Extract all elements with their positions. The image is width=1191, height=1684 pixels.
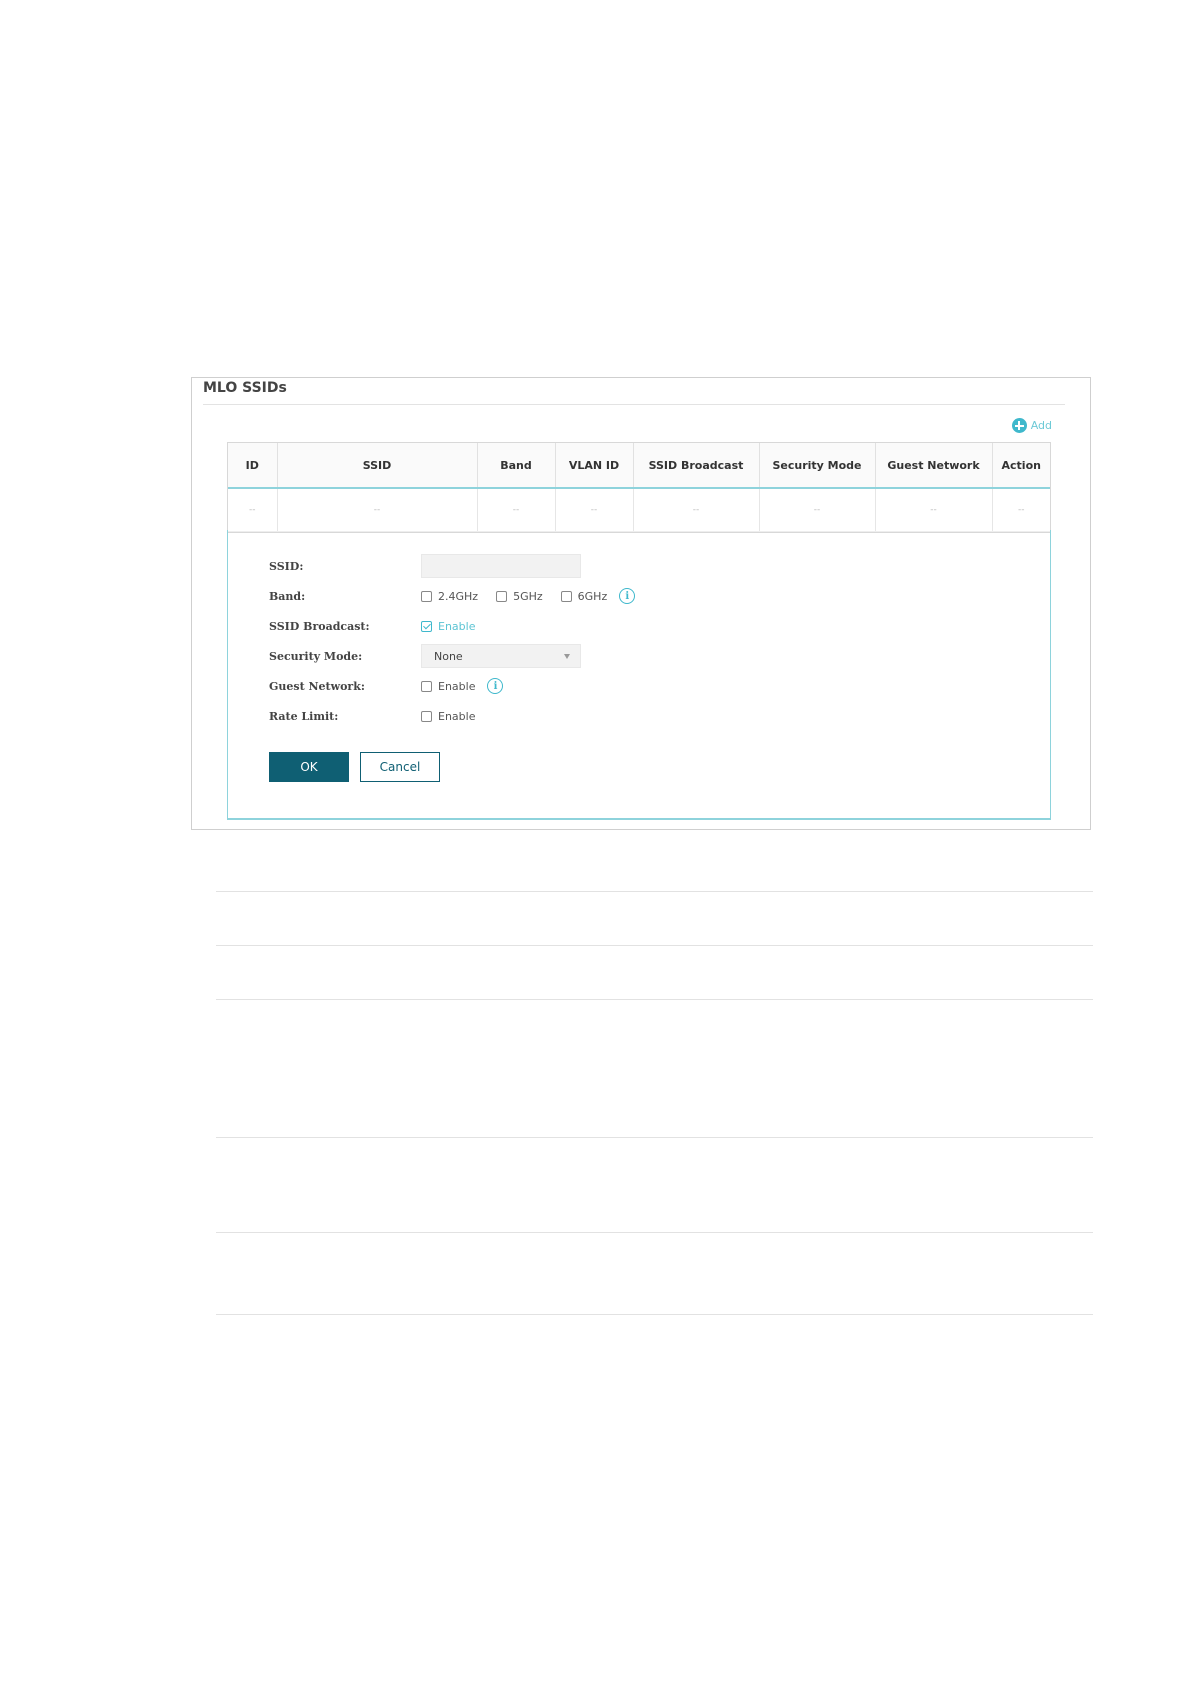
band-5ghz-label: 5GHz bbox=[513, 589, 543, 603]
table-header-row: ID SSID Band VLAN ID SSID Broadcast Secu… bbox=[228, 443, 1050, 489]
band-6ghz-label: 6GHz bbox=[577, 589, 608, 603]
ssid-edit-form: SSID: Band: 2.4GHz 5GHz 6GHz i SSID Broa… bbox=[227, 530, 1051, 820]
divider bbox=[216, 891, 1093, 892]
band-option-5ghz[interactable]: 5GHz bbox=[496, 590, 543, 603]
security-mode-label: Security Mode: bbox=[269, 649, 363, 663]
column-header-action: Action bbox=[992, 443, 1050, 489]
security-mode-row: Security Mode: None bbox=[269, 643, 581, 669]
plus-circle-icon bbox=[1011, 418, 1027, 433]
ok-button[interactable]: OK bbox=[269, 752, 349, 782]
table-cell: -- bbox=[633, 488, 760, 532]
divider bbox=[216, 999, 1093, 1000]
ssid-broadcast-checkbox[interactable] bbox=[421, 620, 432, 632]
rate-limit-label: Rate Limit: bbox=[269, 709, 339, 723]
rate-limit-option[interactable]: Enable bbox=[421, 710, 475, 723]
table-cell: -- bbox=[992, 488, 1050, 532]
column-header-guest-network: Guest Network bbox=[875, 443, 993, 489]
divider bbox=[216, 1232, 1093, 1233]
column-header-vlan-id: VLAN ID bbox=[555, 443, 634, 489]
add-button[interactable]: Add bbox=[1011, 418, 1052, 433]
band-6ghz-checkbox[interactable] bbox=[560, 590, 572, 602]
cancel-button[interactable]: Cancel bbox=[360, 752, 440, 782]
table-row: -- -- -- -- -- -- -- -- bbox=[228, 488, 1050, 532]
column-header-security-mode: Security Mode bbox=[759, 443, 876, 489]
table-cell: -- bbox=[277, 488, 478, 532]
guest-network-checkbox[interactable] bbox=[421, 680, 432, 692]
security-mode-value: None bbox=[434, 649, 463, 663]
column-header-id: ID bbox=[228, 443, 278, 489]
table-cell: -- bbox=[759, 488, 876, 532]
ssid-broadcast-row: SSID Broadcast: Enable bbox=[269, 613, 493, 639]
rate-limit-enable-label: Enable bbox=[438, 709, 476, 723]
table-cell: -- bbox=[228, 488, 278, 532]
divider bbox=[216, 1137, 1093, 1138]
ssid-label: SSID: bbox=[269, 559, 304, 573]
rate-limit-row: Rate Limit: Enable bbox=[269, 703, 493, 729]
page: MLO SSIDs Add ID SSID Band VLAN ID SSID … bbox=[0, 0, 1191, 1684]
guest-network-option[interactable]: Enable bbox=[421, 680, 475, 693]
column-header-ssid-broadcast: SSID Broadcast bbox=[633, 443, 760, 489]
panel-title: MLO SSIDs bbox=[203, 380, 287, 396]
column-header-band: Band bbox=[477, 443, 556, 489]
ssid-broadcast-option[interactable]: Enable bbox=[421, 620, 475, 633]
ssid-table: ID SSID Band VLAN ID SSID Broadcast Secu… bbox=[227, 442, 1051, 533]
ssid-grid: ID SSID Band VLAN ID SSID Broadcast Secu… bbox=[228, 443, 1050, 532]
guest-network-enable-label: Enable bbox=[438, 679, 476, 693]
band-5ghz-checkbox[interactable] bbox=[496, 590, 508, 602]
mlo-ssids-panel: MLO SSIDs Add ID SSID Band VLAN ID SSID … bbox=[191, 377, 1091, 830]
rate-limit-checkbox[interactable] bbox=[421, 710, 432, 722]
guest-network-info-icon[interactable]: i bbox=[487, 678, 504, 694]
column-header-ssid: SSID bbox=[277, 443, 478, 489]
table-cell: -- bbox=[875, 488, 993, 532]
divider bbox=[216, 945, 1093, 946]
table-cell: -- bbox=[477, 488, 556, 532]
add-label: Add bbox=[1030, 419, 1052, 432]
guest-network-row: Guest Network: Enable i bbox=[269, 673, 504, 699]
ssid-row: SSID: bbox=[269, 553, 581, 579]
band-2-4ghz-label: 2.4GHz bbox=[438, 589, 479, 603]
ssid-broadcast-enable-label: Enable bbox=[438, 619, 476, 633]
security-mode-select[interactable]: None bbox=[421, 644, 581, 668]
panel-title-divider bbox=[203, 404, 1065, 405]
divider bbox=[216, 1314, 1093, 1315]
band-row: Band: 2.4GHz 5GHz 6GHz i bbox=[269, 583, 636, 609]
band-label: Band: bbox=[269, 589, 306, 603]
table-cell: -- bbox=[555, 488, 634, 532]
band-2-4ghz-checkbox[interactable] bbox=[421, 590, 432, 602]
chevron-down-icon bbox=[564, 653, 570, 659]
band-option-6ghz[interactable]: 6GHz bbox=[560, 589, 608, 603]
ssid-broadcast-label: SSID Broadcast: bbox=[269, 619, 370, 633]
guest-network-label: Guest Network: bbox=[269, 679, 365, 693]
ssid-input[interactable] bbox=[421, 554, 581, 578]
band-option-2-4ghz[interactable]: 2.4GHz bbox=[421, 590, 478, 603]
band-info-icon[interactable]: i bbox=[619, 588, 636, 604]
